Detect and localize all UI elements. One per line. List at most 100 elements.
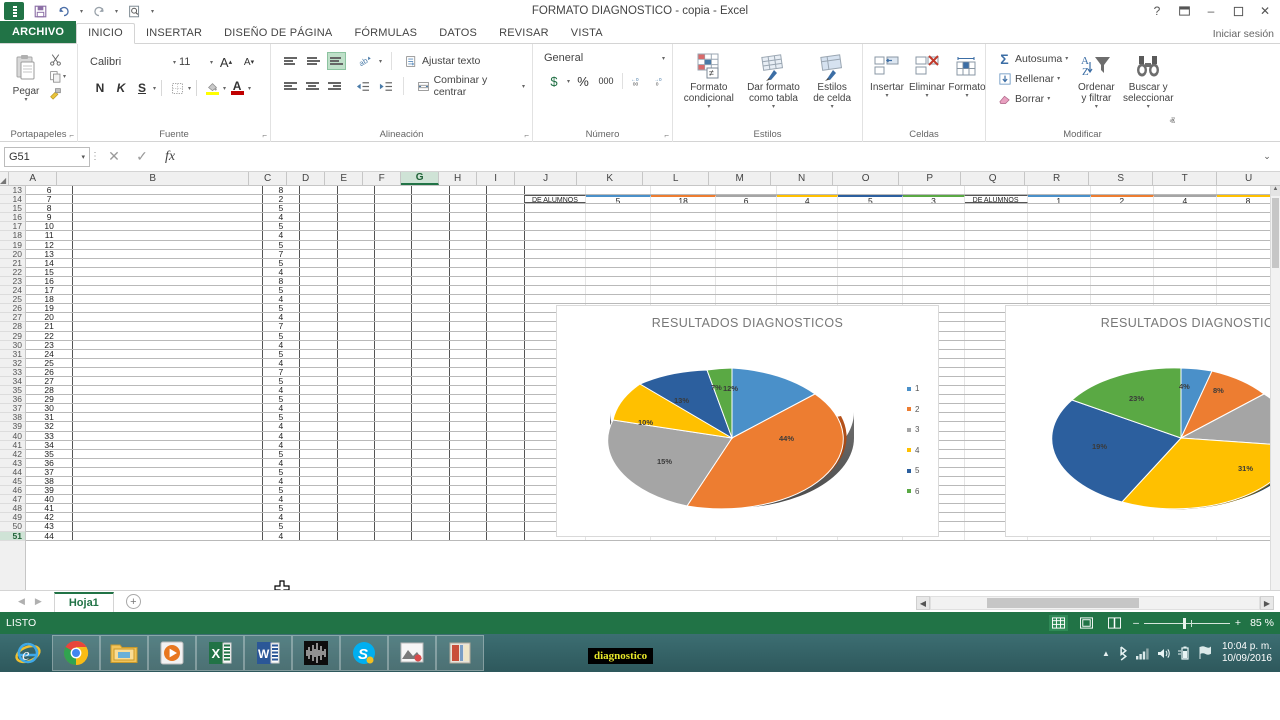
cell-J20[interactable] — [525, 250, 586, 258]
cell-K25[interactable] — [586, 295, 651, 303]
cell-C23[interactable]: 8 — [263, 277, 300, 285]
sheet-next-button[interactable]: ▶ — [35, 596, 42, 607]
cell-E46[interactable] — [338, 486, 375, 494]
taskbar-audio-editor[interactable] — [292, 635, 340, 671]
cell-C45[interactable]: 4 — [263, 477, 300, 485]
cell-E14[interactable] — [338, 195, 375, 203]
cell-F19[interactable] — [375, 241, 412, 249]
cell-H36[interactable] — [450, 395, 487, 403]
cell-R22[interactable] — [1028, 268, 1091, 276]
cell-Q20[interactable] — [965, 250, 1028, 258]
cell-J22[interactable] — [525, 268, 586, 276]
cell-N21[interactable] — [777, 259, 838, 267]
tab-diseno-de-pagina[interactable]: DISEÑO DE PÁGINA — [213, 24, 343, 43]
cell-H24[interactable] — [450, 286, 487, 294]
cell-D48[interactable] — [300, 504, 337, 512]
cell-G20[interactable] — [412, 250, 449, 258]
column-header-F[interactable]: F — [363, 172, 401, 185]
column-header-T[interactable]: T — [1153, 172, 1217, 185]
cell-C46[interactable]: 5 — [263, 486, 300, 494]
cell-T25[interactable] — [1154, 295, 1217, 303]
cell-G28[interactable] — [412, 322, 449, 330]
bold-button[interactable]: N — [90, 78, 110, 98]
cell-I20[interactable] — [487, 250, 524, 258]
cut-icon[interactable] — [48, 52, 63, 67]
cell-C20[interactable]: 7 — [263, 250, 300, 258]
cell-L23[interactable] — [651, 277, 716, 285]
cell-S23[interactable] — [1091, 277, 1154, 285]
cell-H31[interactable] — [450, 350, 487, 358]
cell-B24[interactable] — [73, 286, 262, 294]
cell-N17[interactable] — [777, 222, 838, 230]
cell-O25[interactable] — [838, 295, 903, 303]
cell-T24[interactable] — [1154, 286, 1217, 294]
cell-C26[interactable]: 5 — [263, 304, 300, 312]
taskbar-skype[interactable]: S — [340, 635, 388, 671]
cell-F16[interactable] — [375, 213, 412, 221]
wrap-text-button[interactable]: Ajustar texto — [401, 53, 483, 70]
column-header-S[interactable]: S — [1089, 172, 1153, 185]
cell-E42[interactable] — [338, 450, 375, 458]
cell-E33[interactable] — [338, 368, 375, 376]
cell-F14[interactable] — [375, 195, 412, 203]
cell-F24[interactable] — [375, 286, 412, 294]
cell-R15[interactable] — [1028, 204, 1091, 212]
table-row[interactable]: 137 — [26, 250, 1280, 259]
cell-E20[interactable] — [338, 250, 375, 258]
cell-D51[interactable] — [300, 532, 337, 540]
font-color-icon[interactable]: A — [227, 78, 247, 98]
cell-O20[interactable] — [838, 250, 903, 258]
cell-F41[interactable] — [375, 441, 412, 449]
italic-button[interactable]: K — [111, 78, 131, 98]
vertical-scrollbar[interactable]: ▲ — [1270, 186, 1280, 590]
format-as-table-caret[interactable]: ▾ — [772, 104, 775, 111]
cell-L15[interactable] — [651, 204, 716, 212]
cell-I17[interactable] — [487, 222, 524, 230]
cell-H30[interactable] — [450, 341, 487, 349]
cell-R19[interactable] — [1028, 241, 1091, 249]
cell-F35[interactable] — [375, 386, 412, 394]
cell-I13[interactable] — [487, 186, 524, 194]
sort-filter-caret[interactable]: ▾ — [1095, 104, 1098, 111]
cell-G26[interactable] — [412, 304, 449, 312]
cell-C31[interactable]: 5 — [263, 350, 300, 358]
cell-B36[interactable] — [73, 395, 262, 403]
cell-D47[interactable] — [300, 495, 337, 503]
cell-D38[interactable] — [300, 413, 337, 421]
table-row[interactable]: 114 — [26, 231, 1280, 240]
cell-G16[interactable] — [412, 213, 449, 221]
cell-H37[interactable] — [450, 404, 487, 412]
cell-P25[interactable] — [903, 295, 964, 303]
cell-K13[interactable] — [586, 186, 651, 194]
cell-G40[interactable] — [412, 432, 449, 440]
autosum-caret[interactable]: ▾ — [1065, 55, 1068, 62]
merge-center-button[interactable]: Combinar y centrar ▾ — [413, 78, 528, 95]
cell-I14[interactable] — [487, 195, 524, 203]
column-header-M[interactable]: M — [709, 172, 771, 185]
cell-T18[interactable] — [1154, 231, 1217, 239]
clear-button[interactable]: Borrar ▾ — [994, 90, 1071, 107]
cell-B19[interactable] — [73, 241, 262, 249]
cell-E49[interactable] — [338, 513, 375, 521]
table-row[interactable]: 175 — [26, 286, 1280, 295]
cell-H18[interactable] — [450, 231, 487, 239]
cell-S17[interactable] — [1091, 222, 1154, 230]
cell-E17[interactable] — [338, 222, 375, 230]
cell-B35[interactable] — [73, 386, 262, 394]
cell-M21[interactable] — [716, 259, 777, 267]
cell-D34[interactable] — [300, 377, 337, 385]
cell-styles-button[interactable]: Estilos de celda ▾ — [808, 50, 856, 113]
collapse-ribbon-button[interactable]: ⱏ — [1170, 116, 1175, 129]
cell-R14[interactable]: 1 — [1028, 195, 1091, 203]
taskbar-internet-explorer[interactable]: e — [4, 635, 52, 671]
cell-D15[interactable] — [300, 204, 337, 212]
cell-A19[interactable]: 12 — [26, 241, 73, 249]
cell-J14[interactable]: DE ALUMNOS — [525, 195, 586, 203]
cell-F18[interactable] — [375, 231, 412, 239]
cell-K20[interactable] — [586, 250, 651, 258]
cell-A22[interactable]: 15 — [26, 268, 73, 276]
cell-M18[interactable] — [716, 231, 777, 239]
cell-E22[interactable] — [338, 268, 375, 276]
cell-H19[interactable] — [450, 241, 487, 249]
cell-R25[interactable] — [1028, 295, 1091, 303]
